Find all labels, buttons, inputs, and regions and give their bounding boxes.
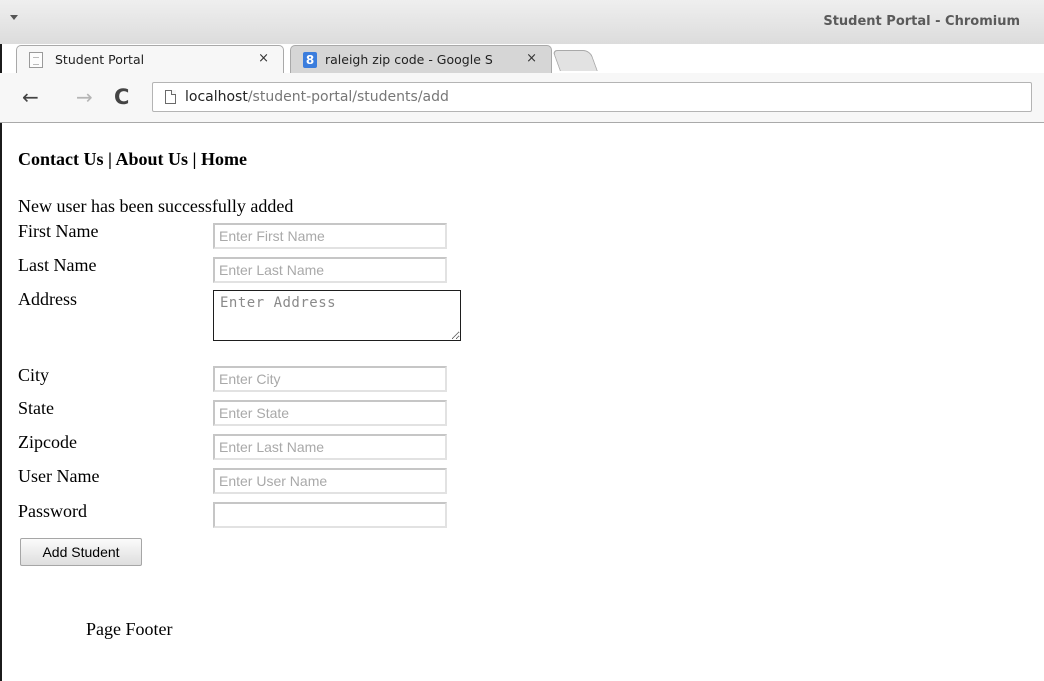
last-name-input[interactable] <box>213 257 447 283</box>
nav-separator: | <box>188 149 201 169</box>
window-titlebar: Student Portal - Chromium <box>0 0 1044 44</box>
zipcode-input[interactable] <box>213 434 447 460</box>
tab-google-search[interactable]: 8 raleigh zip code - Google S × <box>290 45 552 73</box>
first-name-input[interactable] <box>213 223 447 249</box>
password-input[interactable] <box>213 502 447 528</box>
nav-link-contact-us[interactable]: Contact Us <box>18 149 104 169</box>
google-icon: 8 <box>303 52 317 68</box>
nav-link-home[interactable]: Home <box>201 149 247 169</box>
password-label: Password <box>18 501 88 521</box>
success-message: New user has been successfully added <box>18 196 294 216</box>
address-label: Address <box>18 289 77 309</box>
tab-label: Student Portal <box>55 52 145 67</box>
add-student-button[interactable]: Add Student <box>20 538 142 566</box>
page-footer: Page Footer <box>86 619 173 639</box>
tab-close-icon[interactable]: × <box>258 51 269 66</box>
back-arrow-icon[interactable]: ← <box>22 86 39 108</box>
address-bar[interactable]: localhost/student-portal/students/add <box>152 82 1032 112</box>
first-name-label: First Name <box>18 221 99 241</box>
top-nav: Contact Us | About Us | Home <box>18 149 247 170</box>
username-input[interactable] <box>213 468 447 494</box>
state-label: State <box>18 398 54 418</box>
tab-label: raleigh zip code - Google S <box>325 52 493 67</box>
address-textarea[interactable] <box>213 290 461 341</box>
page-icon <box>29 52 43 68</box>
window-title: Student Portal - Chromium <box>823 14 1020 29</box>
username-label: User Name <box>18 466 100 486</box>
url-text[interactable]: localhost/student-portal/students/add <box>185 89 449 105</box>
page-content: Contact Us | About Us | Home New user ha… <box>2 124 1044 681</box>
zipcode-label: Zipcode <box>18 432 77 452</box>
city-label: City <box>18 365 50 385</box>
forward-arrow-icon[interactable]: → <box>76 86 93 108</box>
tab-close-icon[interactable]: × <box>526 51 537 66</box>
browser-toolbar: ← → C localhost/student-portal/students/… <box>0 73 1044 123</box>
window-menu-icon[interactable] <box>10 15 18 20</box>
nav-separator: | <box>103 149 116 169</box>
reload-icon[interactable]: C <box>114 86 129 108</box>
url-path: /student-portal/students/add <box>247 89 449 105</box>
new-tab-button[interactable] <box>552 50 598 71</box>
url-host: localhost <box>185 89 248 105</box>
page-icon <box>165 90 176 104</box>
tab-student-portal[interactable]: Student Portal × <box>16 45 284 73</box>
last-name-label: Last Name <box>18 255 97 275</box>
city-input[interactable] <box>213 366 447 392</box>
state-input[interactable] <box>213 400 447 426</box>
nav-link-about-us[interactable]: About Us <box>115 149 188 169</box>
